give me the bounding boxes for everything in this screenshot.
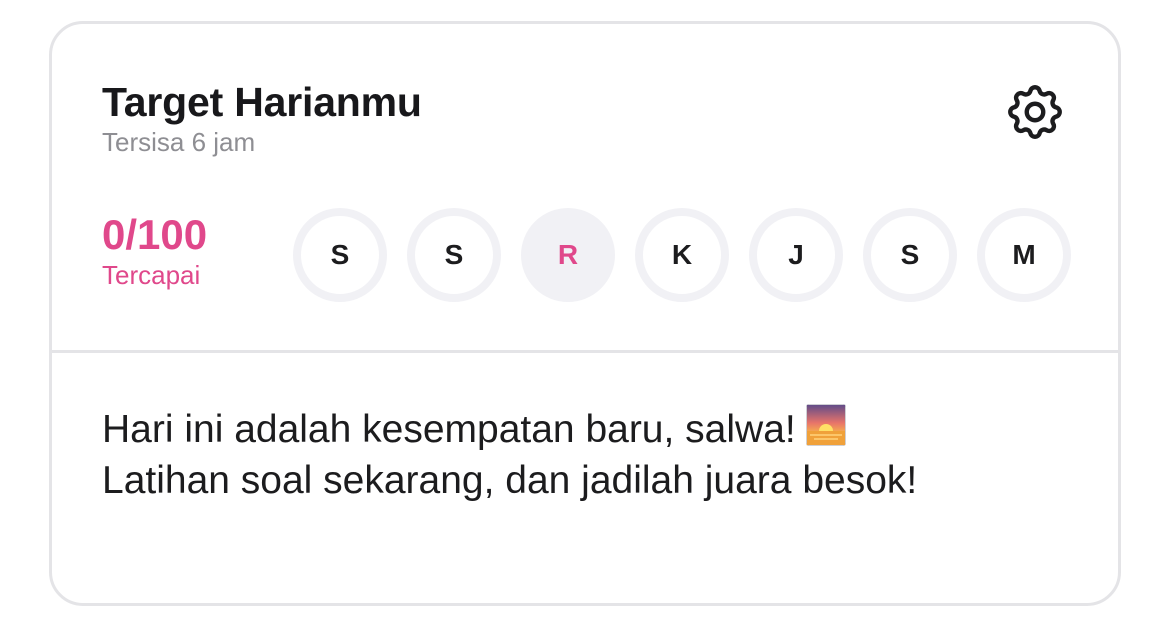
card-title: Target Harianmu xyxy=(102,79,422,125)
day-circle-senin[interactable]: S xyxy=(407,208,501,302)
progress-label: Tercapai xyxy=(102,260,201,290)
day-circle-minggu[interactable]: M xyxy=(977,208,1071,302)
day-circle-kamis[interactable]: K xyxy=(635,208,729,302)
day-circle-sabtu-2[interactable]: S xyxy=(863,208,957,302)
divider xyxy=(52,350,1118,353)
day-circle-sabtu[interactable]: S xyxy=(293,208,387,302)
message-line-1: Hari ini adalah kesempatan baru, salwa! xyxy=(102,408,796,451)
day-circle-rabu-today[interactable]: R xyxy=(521,208,615,302)
progress-summary: 0/100 Tercapai xyxy=(102,214,207,291)
settings-button[interactable] xyxy=(1002,79,1068,145)
card-header: Target Harianmu Tersisa 6 jam 0/100 Terc… xyxy=(52,24,1118,350)
day-circle-jumat[interactable]: J xyxy=(749,208,843,302)
progress-value: 0/100 xyxy=(102,211,208,258)
gear-icon xyxy=(1008,85,1062,139)
weekday-tracker: S S R K J S M xyxy=(293,208,1071,302)
sunrise-icon xyxy=(805,404,846,446)
message-line-2: Latihan soal sekarang, dan jadilah juara… xyxy=(102,459,918,502)
daily-target-card: Target Harianmu Tersisa 6 jam 0/100 Terc… xyxy=(49,21,1121,606)
motivation-message: Hari ini adalah kesempatan baru, salwa! … xyxy=(102,404,982,506)
time-remaining: Tersisa 6 jam xyxy=(102,127,256,157)
